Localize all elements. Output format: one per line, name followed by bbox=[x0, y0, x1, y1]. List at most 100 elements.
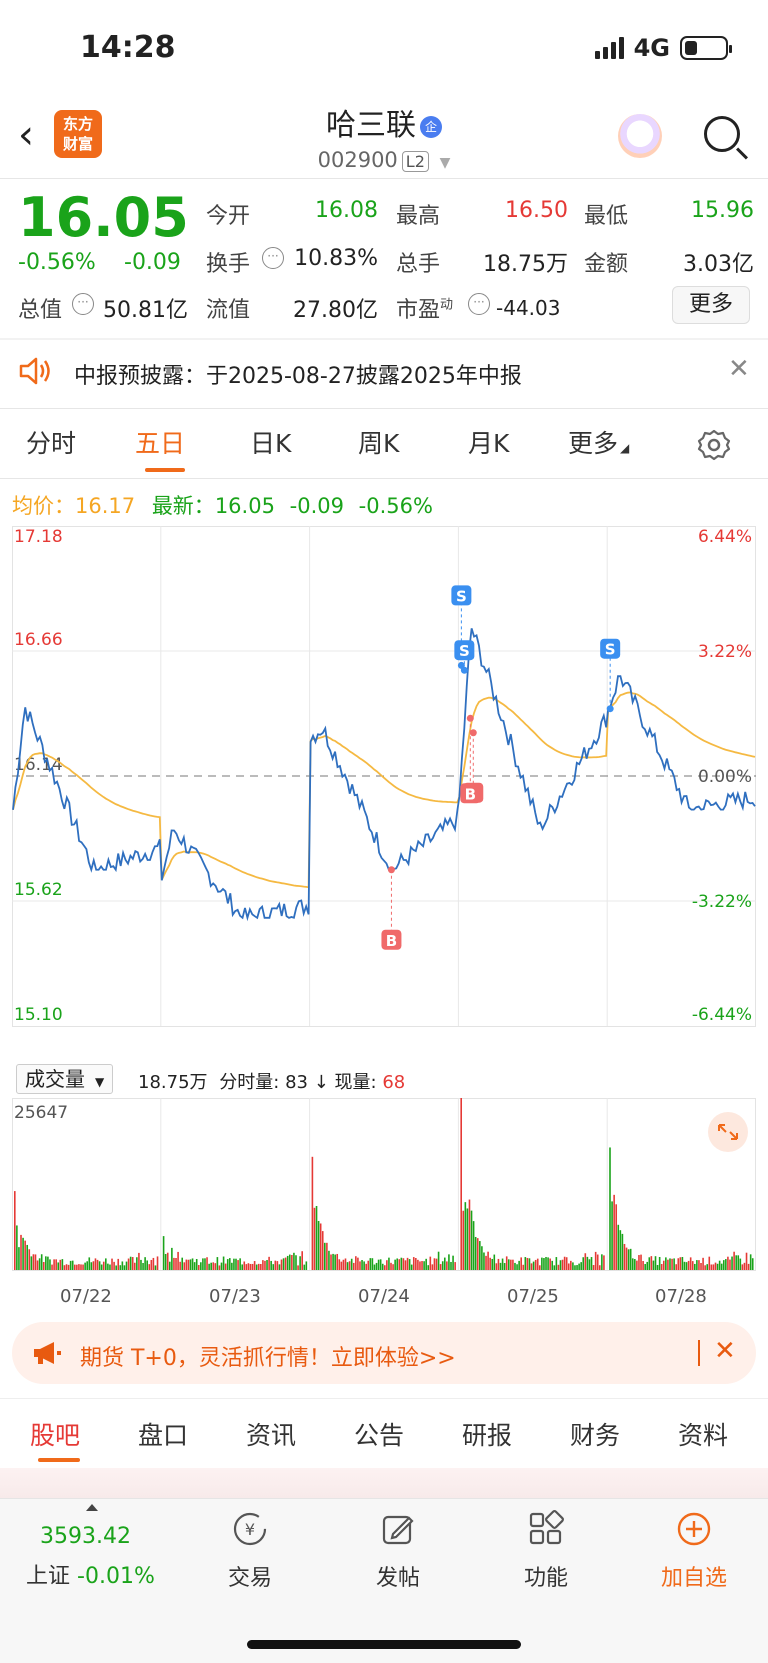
volume-bar bbox=[375, 1262, 378, 1270]
index-name: 上证 bbox=[26, 1564, 71, 1589]
volume-bar bbox=[439, 1264, 442, 1270]
volume-bar bbox=[138, 1252, 140, 1270]
marker-dot bbox=[387, 866, 395, 874]
volume-bar bbox=[694, 1263, 696, 1270]
volume-bar bbox=[47, 1256, 49, 1270]
volume-bar bbox=[88, 1257, 91, 1270]
volume-bar bbox=[313, 1207, 316, 1270]
close-icon[interactable]: ✕ bbox=[714, 1336, 736, 1366]
volume-bar bbox=[152, 1257, 155, 1270]
five-day-price-chart[interactable]: 17.18 16.66 16.14 15.62 15.10 6.44% 3.22% 0.00%… bbox=[12, 526, 756, 1058]
volume-bar bbox=[49, 1259, 51, 1270]
volume-bar bbox=[464, 1202, 467, 1270]
nav-add-watchlist[interactable]: 加自选 bbox=[634, 1510, 754, 1592]
date-label: 07/23 bbox=[209, 1286, 261, 1307]
volume-bar bbox=[231, 1262, 233, 1270]
tab-research[interactable]: 研报 bbox=[462, 1416, 512, 1452]
volume-bar bbox=[619, 1230, 622, 1270]
volume-bar bbox=[379, 1259, 382, 1270]
promo-text[interactable]: 期货 T+0，灵活抓行情！立即体验>> bbox=[80, 1340, 456, 1372]
price-line bbox=[12, 628, 756, 922]
info-icon[interactable]: ··· bbox=[468, 293, 490, 315]
volume-bar bbox=[479, 1241, 481, 1270]
index-value[interactable]: 3593.42 bbox=[40, 1524, 131, 1549]
pe-superscript: 动 bbox=[440, 297, 454, 313]
info-icon[interactable]: ··· bbox=[72, 293, 94, 315]
volume-bar bbox=[69, 1260, 72, 1270]
volume-bar bbox=[181, 1257, 184, 1270]
expand-icon[interactable] bbox=[708, 1112, 748, 1152]
volume-bar bbox=[654, 1256, 657, 1270]
volume-bar bbox=[278, 1264, 281, 1270]
amount-label: 金额 bbox=[584, 252, 629, 277]
volume-bar bbox=[350, 1258, 353, 1270]
volume-bar bbox=[16, 1225, 18, 1270]
volume-bar bbox=[481, 1246, 483, 1270]
search-icon[interactable] bbox=[704, 116, 740, 152]
volume-bar bbox=[175, 1258, 177, 1270]
volume-bar bbox=[127, 1258, 130, 1270]
volume-bar bbox=[640, 1254, 642, 1270]
volume-chart[interactable]: 25647 bbox=[12, 1098, 756, 1280]
tab-daily-k[interactable]: 日K bbox=[250, 424, 291, 460]
volume-bar bbox=[76, 1264, 78, 1270]
marker-label: B bbox=[386, 932, 397, 950]
tab-weekly-k[interactable]: 周K bbox=[358, 424, 399, 460]
volume-bar bbox=[431, 1264, 434, 1270]
volume-bar bbox=[177, 1251, 179, 1270]
tab-finance[interactable]: 财务 bbox=[570, 1416, 620, 1452]
latest-label: 最新： bbox=[151, 494, 215, 518]
expand-up-icon[interactable] bbox=[86, 1504, 98, 1511]
volume-bar bbox=[340, 1261, 343, 1270]
index-quote[interactable]: 上证 -0.01% bbox=[26, 1558, 155, 1590]
volume-bar bbox=[443, 1257, 446, 1270]
volume-bar bbox=[578, 1263, 580, 1270]
nav-trade[interactable]: ¥ 交易 bbox=[190, 1510, 310, 1592]
volume-bar bbox=[117, 1258, 120, 1270]
tab-guba[interactable]: 股吧 bbox=[30, 1416, 80, 1452]
volume-bar bbox=[675, 1264, 677, 1270]
tab-news[interactable]: 资讯 bbox=[246, 1416, 296, 1452]
volume-bar bbox=[96, 1259, 99, 1270]
volume-bar bbox=[214, 1263, 217, 1270]
volume-bar bbox=[460, 1098, 462, 1270]
tab-announcements[interactable]: 公告 bbox=[354, 1416, 404, 1452]
nav-post[interactable]: 发帖 bbox=[338, 1510, 458, 1592]
tab-timeshare[interactable]: 分时 bbox=[26, 424, 76, 460]
volume-bar bbox=[648, 1257, 651, 1270]
tab-five-day[interactable]: 五日 bbox=[135, 424, 185, 460]
minute-volume: 83 bbox=[285, 1072, 308, 1093]
volume-bar bbox=[505, 1256, 508, 1270]
nav-functions[interactable]: 功能 bbox=[486, 1510, 606, 1592]
close-icon[interactable]: ✕ bbox=[728, 354, 750, 384]
tab-monthly-k[interactable]: 月K bbox=[468, 424, 509, 460]
volume-bar bbox=[326, 1242, 328, 1270]
volume-bar bbox=[621, 1233, 624, 1270]
tab-pankou[interactable]: 盘口 bbox=[138, 1416, 188, 1452]
volume-bar bbox=[146, 1260, 148, 1270]
volume-bar bbox=[499, 1262, 502, 1270]
volume-bar bbox=[288, 1254, 291, 1270]
marker-label: S bbox=[459, 642, 470, 660]
volume-bar bbox=[280, 1259, 283, 1270]
volume-bar bbox=[425, 1258, 427, 1270]
volume-bar bbox=[735, 1255, 737, 1270]
assistant-robot-icon[interactable] bbox=[618, 114, 662, 158]
volume-bar bbox=[257, 1263, 260, 1270]
tab-more[interactable]: 更多 ◢ bbox=[568, 424, 629, 460]
notice-text[interactable]: 中报预披露：于2025-08-27披露2025年中报 bbox=[74, 358, 522, 390]
volume-bar bbox=[466, 1208, 469, 1270]
pe-label: 市盈动 bbox=[396, 292, 453, 324]
indicator-select[interactable]: 成交量 ▼ bbox=[16, 1064, 114, 1094]
volume-bar bbox=[555, 1257, 558, 1270]
volume-bar bbox=[662, 1260, 665, 1270]
volume-bar bbox=[518, 1260, 520, 1270]
status-time: 14:28 bbox=[80, 30, 176, 65]
volume-bar bbox=[483, 1252, 485, 1270]
gear-icon[interactable] bbox=[697, 428, 731, 462]
high-label: 最高 bbox=[396, 204, 441, 229]
more-button[interactable]: 更多 bbox=[672, 286, 750, 324]
tab-profile[interactable]: 资料 bbox=[678, 1416, 728, 1452]
volume-bar bbox=[305, 1261, 308, 1270]
volume-bar bbox=[187, 1259, 190, 1270]
